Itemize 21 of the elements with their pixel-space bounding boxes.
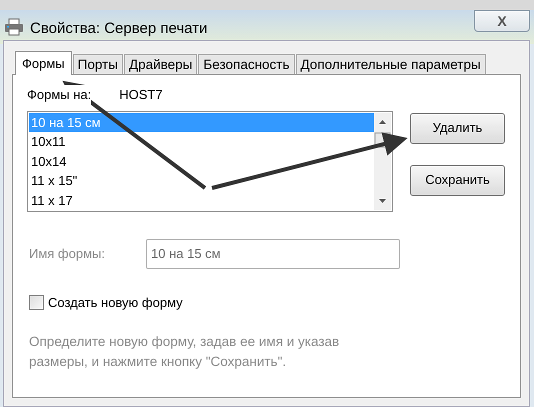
server-name: HOST7 [119, 86, 163, 104]
list-item[interactable]: 10x14 [29, 152, 374, 171]
tab[interactable]: Безопасность [198, 54, 295, 74]
list-item[interactable]: 11 x 15" [29, 171, 374, 190]
checkbox-label: Создать новую форму [48, 294, 183, 312]
forms-on-label: Формы на: [27, 85, 92, 104]
checkbox[interactable] [29, 294, 44, 310]
tab[interactable]: Формы [15, 51, 72, 75]
forms-listbox[interactable]: 10 на 15 см 10x11 10x14 11 x 15" 11 x 17 [27, 110, 393, 212]
description-text: Определите новую форму, задав ее имя и указав размеры, и нажмите кнопку "Сохранить". [29, 333, 340, 371]
tab[interactable]: Порты [72, 54, 123, 74]
tab[interactable]: Дополнительные параметры [296, 54, 486, 74]
list-item[interactable]: 10x11 [29, 132, 374, 152]
action-button[interactable]: Удалить [410, 112, 505, 144]
action-button[interactable]: Сохранить [410, 164, 505, 196]
form-name-label: Имя формы: [29, 244, 106, 263]
list-item[interactable]: 11 x 17 [29, 190, 374, 210]
close-button[interactable]: X [474, 10, 530, 32]
tab[interactable]: Драйверы [124, 54, 198, 74]
printer-icon [4, 18, 24, 36]
window-title: Свойства: Сервер печати [30, 19, 208, 39]
